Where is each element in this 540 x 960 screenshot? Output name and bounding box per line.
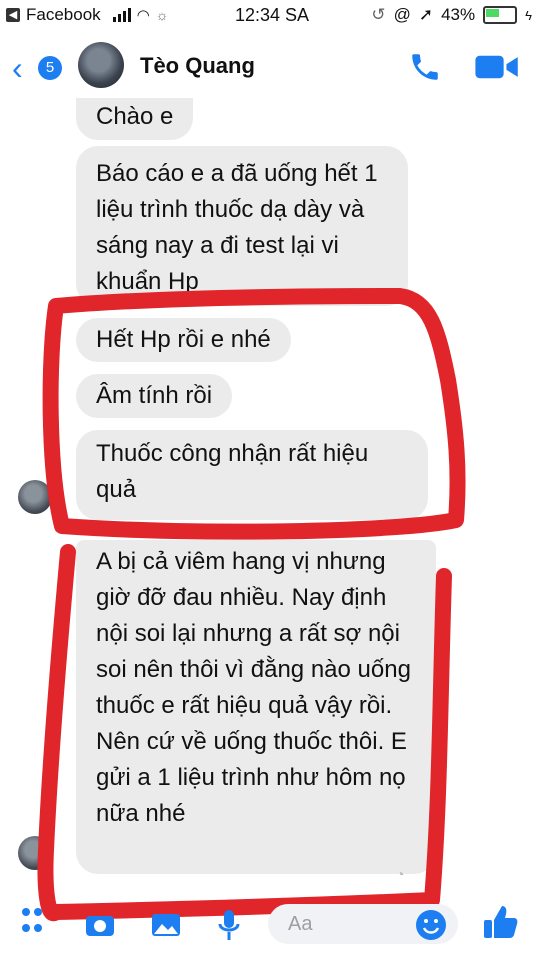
battery-icon — [483, 6, 518, 24]
seen-indicator-icon: ◔ — [396, 866, 405, 882]
call-status-icon: ↺ — [371, 5, 386, 24]
message-bubble[interactable]: A bị cả viêm hang vị nhưng giờ đỡ đau nh… — [76, 540, 436, 874]
camera-icon[interactable] — [84, 912, 116, 938]
message-text: Thuốc công nhận rất hiệu quả — [96, 440, 369, 503]
message-bubble[interactable]: Hết Hp rồi e nhé — [76, 318, 291, 362]
charging-icon: ϟ — [525, 7, 532, 23]
unread-badge[interactable]: 5 — [38, 56, 62, 80]
back-to-app-icon[interactable]: ◀ — [6, 8, 20, 22]
chevron-left-icon[interactable]: ‹ — [12, 52, 23, 84]
avatar[interactable] — [18, 836, 52, 870]
image-icon[interactable] — [150, 912, 182, 938]
location-icon: ➚ — [418, 5, 434, 24]
avatar[interactable] — [18, 480, 52, 514]
lock-rotation-icon: @ — [393, 5, 411, 24]
wifi-icon: ◠ — [136, 7, 150, 24]
battery-percent: 43% — [441, 5, 476, 24]
conversation-header: ‹ 5 Tèo Quang — [0, 36, 540, 100]
status-right: ↺ @ ➚ 43% ϟ — [371, 5, 532, 25]
message-bubble[interactable]: Chào e — [76, 98, 194, 140]
composer-bar: Aa — [0, 898, 540, 960]
apps-icon[interactable] — [20, 904, 46, 938]
phone-icon[interactable] — [408, 50, 442, 84]
message-bubble[interactable]: Âm tính rồi — [76, 374, 233, 418]
status-left: ◀ Facebook ◠ ☼ — [6, 5, 169, 25]
status-time: 12:34 SA — [235, 5, 310, 25]
message-bubble[interactable]: Thuốc công nhận rất hiệu quả — [76, 430, 428, 520]
message-text: A bị cả viêm hang vị nhưng giờ đỡ đau nh… — [96, 548, 411, 827]
signal-icon — [112, 8, 131, 22]
contact-name[interactable]: Tèo Quang — [140, 53, 255, 79]
microphone-icon[interactable] — [216, 908, 242, 942]
video-camera-icon[interactable] — [474, 50, 522, 84]
avatar[interactable] — [78, 42, 124, 88]
thumbs-up-icon[interactable] — [480, 902, 520, 942]
brightness-icon: ☼ — [155, 7, 169, 23]
message-text: Chào e — [96, 103, 174, 130]
status-bar: ◀ Facebook ◠ ☼ 12:34 SA ↺ @ ➚ 43% ϟ — [0, 0, 540, 34]
message-text: Báo cáo e a đã uống hết 1 liệu trình thu… — [96, 160, 378, 295]
back-app-label[interactable]: Facebook — [26, 5, 101, 25]
message-text: Hết Hp rồi e nhé — [96, 326, 271, 353]
message-text: Âm tính rồi — [96, 382, 213, 409]
message-bubble[interactable]: Báo cáo e a đã uống hết 1 liệu trình thu… — [76, 146, 408, 306]
emoji-icon[interactable] — [414, 908, 448, 942]
